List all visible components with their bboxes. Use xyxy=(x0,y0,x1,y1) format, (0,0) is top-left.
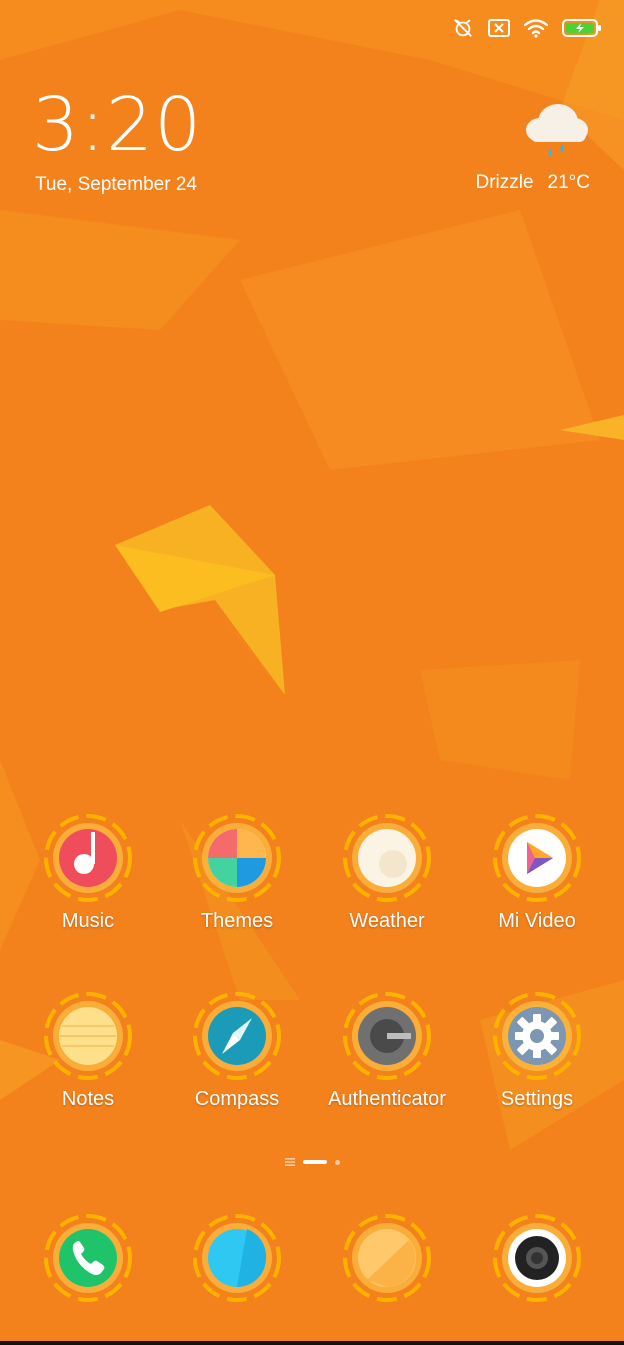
weather-widget[interactable]: Drizzle 21°C xyxy=(422,98,592,198)
weather-temperature: 21°C xyxy=(547,172,590,193)
browser-icon xyxy=(339,1210,435,1306)
compass-icon xyxy=(189,988,285,1084)
dock-camera[interactable] xyxy=(462,1210,612,1306)
app-music[interactable]: Music xyxy=(13,810,163,933)
wifi-icon xyxy=(524,19,548,38)
weather-condition: Drizzle xyxy=(475,172,534,193)
status-bar xyxy=(452,12,602,44)
cloud-rain-icon xyxy=(526,104,588,156)
notes-icon xyxy=(40,988,136,1084)
date: Tue, September 24 xyxy=(35,174,197,195)
themes-icon xyxy=(189,810,285,906)
app-themes[interactable]: Themes xyxy=(162,810,312,933)
dock-phone[interactable] xyxy=(13,1210,163,1306)
music-icon xyxy=(40,810,136,906)
page-list-icon xyxy=(284,1158,295,1166)
app-label: Weather xyxy=(349,910,425,932)
app-label: Themes xyxy=(200,910,274,932)
camera-icon xyxy=(489,1210,585,1306)
navigation-bar-edge xyxy=(0,1341,624,1345)
app-settings[interactable]: Settings xyxy=(462,988,612,1111)
no-sim-icon xyxy=(488,19,510,37)
app-notes[interactable]: Notes xyxy=(13,988,163,1111)
phone-icon xyxy=(40,1210,136,1306)
page-indicator[interactable] xyxy=(0,1154,624,1170)
dock-messages[interactable] xyxy=(162,1210,312,1306)
battery-charging-icon xyxy=(562,19,601,37)
alarm-off-icon xyxy=(454,19,472,37)
video-play-icon xyxy=(489,810,585,906)
messages-icon xyxy=(189,1210,285,1306)
weather-summary: Drizzle 21°C xyxy=(475,172,590,194)
app-label: Notes xyxy=(61,1088,115,1110)
app-authenticator[interactable]: Authenticator xyxy=(312,988,462,1111)
clock: 3:20 xyxy=(32,82,203,168)
app-weather[interactable]: Weather xyxy=(312,810,462,933)
page-dot xyxy=(334,1159,340,1165)
gear-icon xyxy=(489,988,585,1084)
app-label: Compass xyxy=(194,1088,280,1110)
wallpaper xyxy=(0,0,624,1345)
app-compass[interactable]: Compass xyxy=(162,988,312,1111)
dock-browser[interactable] xyxy=(312,1210,462,1306)
weather-app-icon xyxy=(339,810,435,906)
app-label: Mi Video xyxy=(498,910,576,932)
app-label: Settings xyxy=(500,1088,574,1110)
app-label: Music xyxy=(61,910,115,932)
authenticator-icon xyxy=(339,988,435,1084)
app-label: Authenticator xyxy=(328,1088,446,1110)
app-mi-video[interactable]: Mi Video xyxy=(462,810,612,933)
page-dot-active xyxy=(302,1160,327,1164)
